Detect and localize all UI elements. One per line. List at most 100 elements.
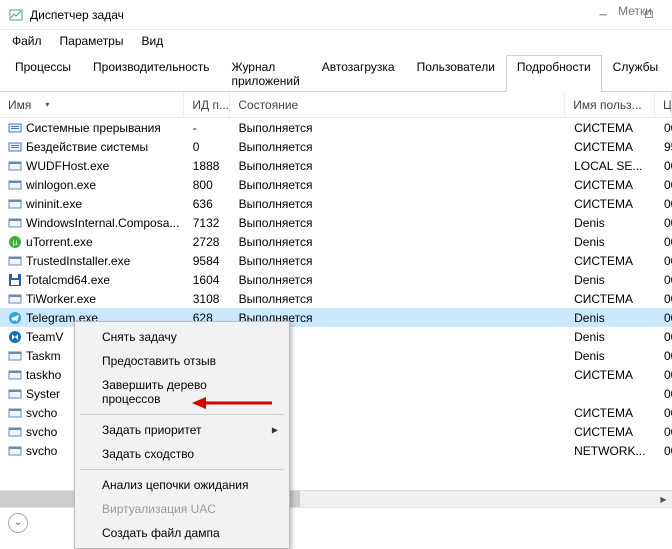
- table-row[interactable]: WindowsInternal.Composa...7132Выполняетс…: [0, 213, 672, 232]
- sort-indicator-icon: ▾: [45, 100, 49, 109]
- cell-cpu: 00: [656, 159, 672, 173]
- table-row[interactable]: µuTorrent.exe2728ВыполняетсяDenis00: [0, 232, 672, 251]
- process-icon: [8, 368, 22, 382]
- cell-pid: 0: [185, 140, 231, 154]
- process-name: wininit.exe: [26, 197, 82, 211]
- context-item[interactable]: Создать файл дампа: [78, 521, 286, 545]
- context-item[interactable]: Задать сходство: [78, 442, 286, 466]
- process-name: winlogon.exe: [26, 178, 96, 192]
- process-name: TiWorker.exe: [26, 292, 96, 306]
- scroll-right-icon[interactable]: ▶: [655, 491, 672, 508]
- cell-user: NETWORK...: [566, 444, 656, 458]
- menu-file[interactable]: Файл: [4, 32, 50, 50]
- cell-name: TrustedInstaller.exe: [0, 254, 185, 268]
- tabstrip: Процессы Производительность Журнал прило…: [0, 54, 672, 92]
- tab-startup[interactable]: Автозагрузка: [311, 55, 406, 92]
- table-row[interactable]: TiWorker.exe3108ВыполняетсяСИСТЕМА00: [0, 289, 672, 308]
- cell-cpu: 00: [656, 121, 672, 135]
- cell-cpu: 00: [656, 368, 672, 382]
- process-icon: [8, 140, 22, 154]
- cell-user: СИСТЕМА: [566, 368, 656, 382]
- cell-user: СИСТЕМА: [566, 254, 656, 268]
- cell-name: WindowsInternal.Composa...: [0, 216, 185, 230]
- table-row[interactable]: WUDFHost.exe1888ВыполняетсяLOCAL SE...00: [0, 156, 672, 175]
- process-name: Taskm: [26, 349, 61, 363]
- table-row[interactable]: TrustedInstaller.exe9584ВыполняетсяСИСТЕ…: [0, 251, 672, 270]
- cell-cpu: 95: [656, 140, 672, 154]
- tab-performance[interactable]: Производительность: [82, 55, 220, 92]
- process-name: TrustedInstaller.exe: [26, 254, 130, 268]
- context-item[interactable]: Снять задачу: [78, 325, 286, 349]
- svg-text:µ: µ: [13, 238, 18, 247]
- cell-state: Выполняется: [231, 254, 566, 268]
- cell-cpu: 00: [656, 444, 672, 458]
- app-icon: [8, 7, 24, 23]
- process-name: uTorrent.exe: [26, 235, 93, 249]
- cell-user: Denis: [566, 349, 656, 363]
- cell-cpu: 00: [656, 406, 672, 420]
- tab-users[interactable]: Пользователи: [406, 55, 506, 92]
- minimize-button[interactable]: ─: [580, 0, 626, 30]
- process-icon: [8, 425, 22, 439]
- cell-state: Выполняется: [231, 273, 566, 287]
- cell-user: Denis: [566, 311, 656, 325]
- process-icon: [8, 330, 22, 344]
- cell-state: Выполняется: [231, 292, 566, 306]
- cell-user: СИСТЕМА: [566, 425, 656, 439]
- cell-user: СИСТЕМА: [566, 292, 656, 306]
- tab-details[interactable]: Подробности: [506, 55, 602, 92]
- cell-state: Выполняется: [231, 197, 566, 211]
- cell-user: СИСТЕМА: [566, 140, 656, 154]
- cell-user: СИСТЕМА: [566, 406, 656, 420]
- process-icon: [8, 273, 22, 287]
- col-state[interactable]: Состояние: [230, 92, 565, 117]
- cell-pid: 800: [185, 178, 231, 192]
- cell-user: Denis: [566, 235, 656, 249]
- cell-cpu: 00: [656, 178, 672, 192]
- cell-name: Бездействие системы: [0, 140, 185, 154]
- cell-cpu: 00: [656, 387, 672, 401]
- table-row[interactable]: Системные прерывания-ВыполняетсяСИСТЕМА0…: [0, 118, 672, 137]
- menu-options[interactable]: Параметры: [52, 32, 132, 50]
- cell-name: wininit.exe: [0, 197, 185, 211]
- cell-state: Выполняется: [231, 235, 566, 249]
- col-cpu[interactable]: Ц: [655, 92, 672, 117]
- process-name: Системные прерывания: [26, 121, 161, 135]
- context-item[interactable]: Завершить дерево процессов: [78, 373, 286, 411]
- context-item[interactable]: Предоставить отзыв: [78, 349, 286, 373]
- context-item[interactable]: Анализ цепочки ожидания: [78, 473, 286, 497]
- cell-cpu: 00: [656, 292, 672, 306]
- tab-app-history[interactable]: Журнал приложений: [221, 55, 311, 92]
- table-row[interactable]: Totalcmd64.exe1604ВыполняетсяDenis00: [0, 270, 672, 289]
- cell-user: СИСТЕМА: [566, 121, 656, 135]
- cell-user: СИСТЕМА: [566, 178, 656, 192]
- process-icon: [8, 444, 22, 458]
- process-icon: [8, 216, 22, 230]
- cell-name: WUDFHost.exe: [0, 159, 185, 173]
- context-menu: Снять задачуПредоставить отзывЗавершить …: [74, 321, 290, 549]
- context-item[interactable]: Задать приоритет▶: [78, 418, 286, 442]
- menu-view[interactable]: Вид: [133, 32, 171, 50]
- maximize-button[interactable]: ☐: [626, 0, 672, 30]
- cell-name: TiWorker.exe: [0, 292, 185, 306]
- table-row[interactable]: winlogon.exe800ВыполняетсяСИСТЕМА00: [0, 175, 672, 194]
- col-name[interactable]: Имя ▾: [0, 92, 184, 117]
- process-icon: [8, 254, 22, 268]
- tab-processes[interactable]: Процессы: [4, 55, 82, 92]
- cell-cpu: 00: [656, 235, 672, 249]
- cell-user: Denis: [566, 330, 656, 344]
- table-row[interactable]: wininit.exe636ВыполняетсяСИСТЕМА00: [0, 194, 672, 213]
- cell-user: LOCAL SE...: [566, 159, 656, 173]
- table-row[interactable]: Бездействие системы0ВыполняетсяСИСТЕМА95: [0, 137, 672, 156]
- col-pid[interactable]: ИД п...: [184, 92, 230, 117]
- cell-name: Системные прерывания: [0, 121, 185, 135]
- submenu-arrow-icon: ▶: [272, 426, 278, 435]
- cell-cpu: 00: [656, 216, 672, 230]
- menubar: Файл Параметры Вид: [0, 30, 672, 52]
- expand-button[interactable]: ⌄: [8, 513, 28, 533]
- process-name: Syster: [26, 387, 60, 401]
- col-user[interactable]: Имя польз...: [565, 92, 655, 117]
- window-controls: ─ ☐: [580, 0, 672, 30]
- table-header: Имя ▾ ИД п... Состояние Имя польз... Ц: [0, 92, 672, 118]
- tab-services[interactable]: Службы: [602, 55, 669, 92]
